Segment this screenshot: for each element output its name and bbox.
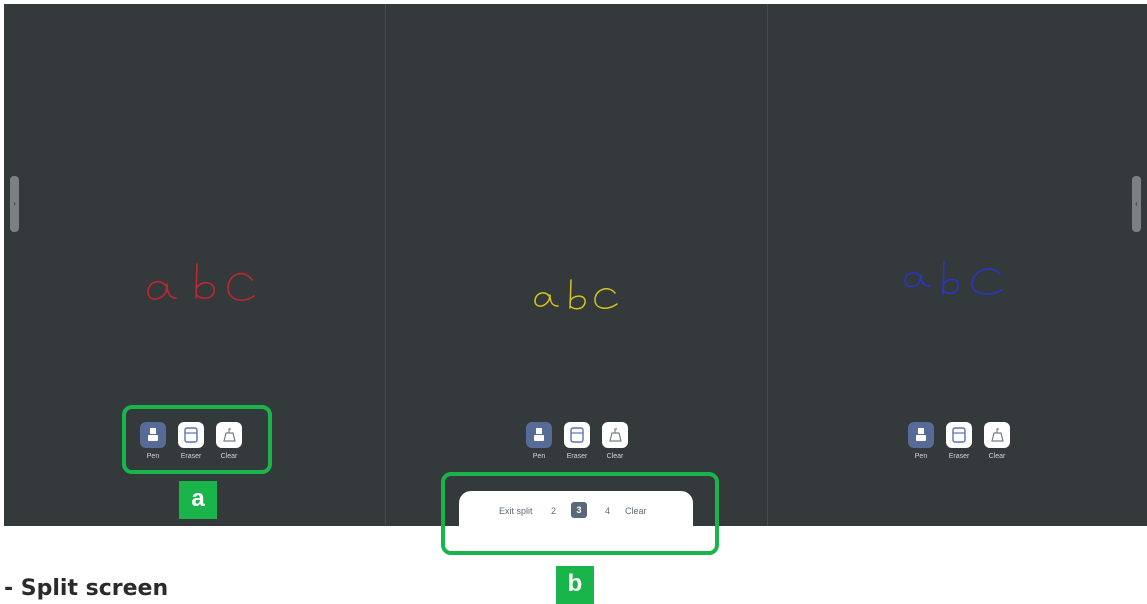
pen-tool[interactable]: Pen [907,422,935,468]
handwriting-abc-red [147,263,255,301]
callout-badge-b: b [556,566,594,604]
pane-center[interactable]: Pen Eraser Clear [386,4,767,526]
pen-icon [534,428,544,441]
section-caption: - Split screen [4,576,169,601]
callout-box-a [122,405,272,474]
pen-toolbar: Pen Eraser Clear [907,422,1019,470]
clear-broom-icon [609,428,622,442]
callout-box-b [441,472,719,555]
clear-button[interactable] [984,422,1010,448]
eraser-label: Eraser [948,453,970,460]
eraser-tool[interactable]: Eraser [563,422,591,468]
eraser-icon [570,427,584,443]
clear-label: Clear [988,453,1006,460]
clear-label: Clear [606,453,624,460]
eraser-icon [952,427,966,443]
clear-tool[interactable]: Clear [983,422,1011,468]
pen-button[interactable] [908,422,934,448]
handwriting-abc-blue [904,261,1003,295]
pen-label: Pen [914,453,928,460]
eraser-label: Eraser [566,453,588,460]
eraser-tool[interactable]: Eraser [945,422,973,468]
pen-toolbar: Pen Eraser Clear [525,422,637,470]
pen-button[interactable] [526,422,552,448]
callout-badge-a: a [179,481,217,519]
pane-right[interactable]: Pen Eraser Clear [768,4,1147,526]
clear-broom-icon [991,428,1004,442]
handwriting-abc-yellow [534,279,618,310]
eraser-button[interactable] [564,422,590,448]
pen-label: Pen [532,453,546,460]
clear-button[interactable] [602,422,628,448]
pen-icon [916,428,926,441]
clear-tool[interactable]: Clear [601,422,629,468]
eraser-button[interactable] [946,422,972,448]
pen-tool[interactable]: Pen [525,422,553,468]
